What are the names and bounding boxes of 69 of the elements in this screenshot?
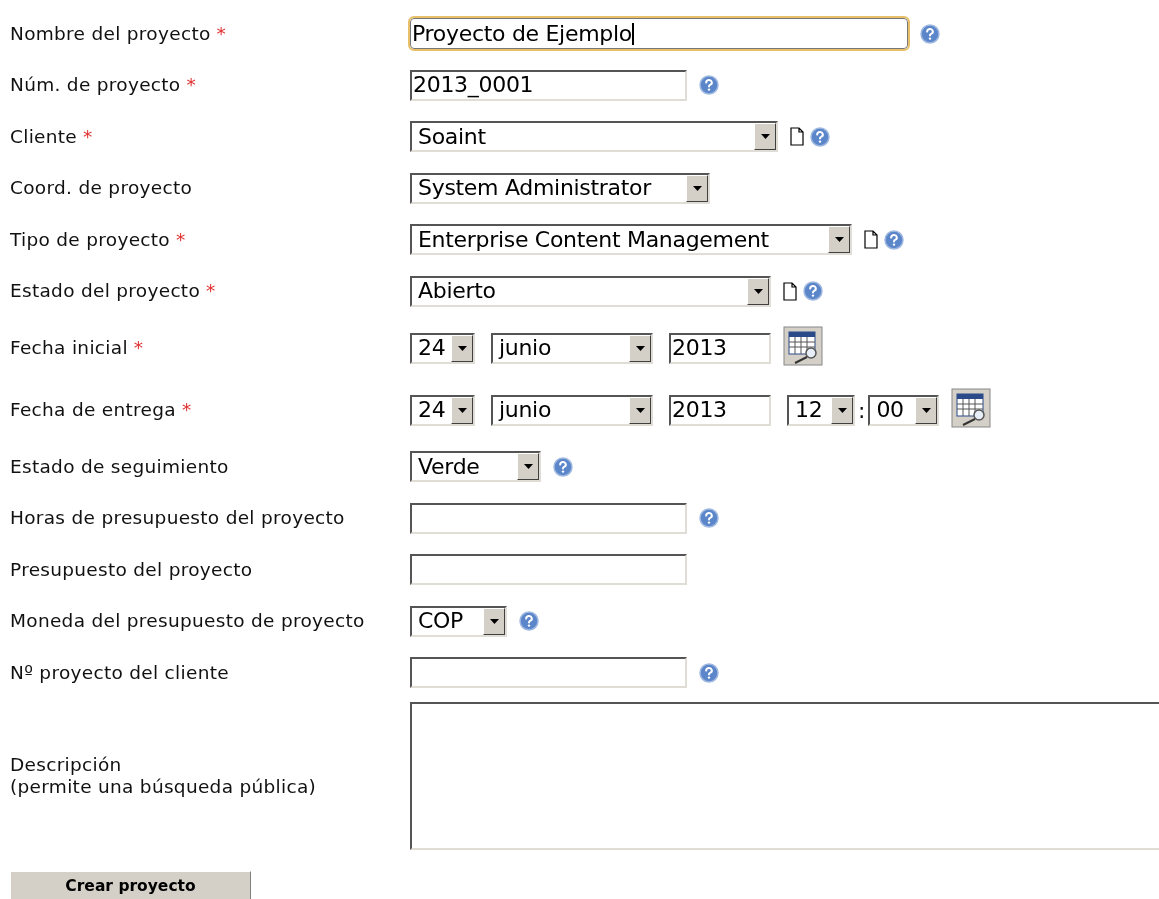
text-field[interactable]: Proyecto de Ejemplo [410, 18, 908, 50]
calendar-icon[interactable] [783, 326, 823, 366]
caret-icon [834, 237, 844, 243]
create-project-button[interactable]: Crear proyecto [10, 870, 251, 899]
dropdown[interactable]: 24 [410, 332, 475, 364]
text-field[interactable]: 2013 [669, 394, 771, 426]
required-marker: * [186, 73, 197, 98]
dropdown[interactable]: junio [491, 332, 653, 364]
field-label: Estado de seguimiento [10, 455, 229, 478]
field-label: Descripción (permite una búsqueda pública) [10, 753, 317, 798]
time-separator: : [858, 396, 866, 425]
required-marker: * [181, 398, 192, 423]
text-field[interactable] [410, 502, 687, 534]
text-field[interactable] [410, 657, 687, 689]
help-icon[interactable] [519, 611, 539, 632]
dropdown[interactable]: 12 [787, 394, 855, 426]
field-label: Fecha de entrega [10, 399, 176, 421]
field-label: Estado del proyecto [10, 280, 201, 303]
field-label: Presupuesto del proyecto [10, 558, 253, 581]
text-field[interactable]: 2013 [669, 332, 771, 364]
caret-icon [457, 345, 467, 351]
caret-icon [760, 134, 770, 140]
dropdown[interactable]: 24 [410, 394, 475, 426]
field-label: Nº proyecto del cliente [10, 661, 229, 684]
field-label: Coord. de proyecto [10, 177, 193, 200]
description-field[interactable] [410, 701, 1159, 850]
caret-icon [635, 345, 645, 351]
document-icon[interactable] [790, 127, 804, 147]
document-icon[interactable] [783, 281, 797, 301]
calendar-icon[interactable] [951, 388, 992, 428]
dropdown[interactable]: Enterprise Content Management [410, 224, 852, 256]
caret-icon [753, 288, 763, 294]
help-icon[interactable] [553, 456, 573, 477]
document-icon[interactable] [864, 230, 878, 250]
required-marker: * [206, 279, 216, 304]
field-label: Fecha inicial [10, 337, 128, 359]
dropdown[interactable]: COP [410, 605, 507, 637]
text-field[interactable] [410, 554, 687, 586]
field-label: Cliente [10, 125, 78, 148]
help-icon[interactable] [810, 126, 830, 147]
help-icon[interactable] [884, 229, 904, 250]
field-label: Núm. de proyecto [10, 74, 181, 97]
help-icon[interactable] [699, 662, 719, 683]
required-marker: * [83, 124, 93, 149]
caret-icon [489, 618, 499, 624]
help-icon[interactable] [699, 75, 719, 96]
required-marker: * [175, 227, 186, 252]
help-icon[interactable] [803, 281, 823, 302]
field-label: Moneda del presupuesto de proyecto [10, 610, 365, 633]
dropdown[interactable]: Verde [410, 451, 541, 483]
dropdown[interactable]: Abierto [410, 275, 771, 307]
dropdown[interactable]: 00 [868, 394, 940, 426]
required-marker: * [216, 21, 227, 46]
caret-icon [837, 407, 847, 413]
dropdown[interactable]: junio [491, 394, 653, 426]
help-icon[interactable] [920, 23, 940, 44]
required-marker: * [133, 336, 144, 361]
caret-icon [921, 407, 931, 413]
field-label: Tipo de proyecto [10, 228, 170, 251]
text-field[interactable]: 2013_0001 [410, 69, 687, 101]
field-label: Nombre del proyecto [10, 22, 211, 45]
caret-icon [635, 407, 645, 413]
dropdown[interactable]: System Administrator [410, 172, 710, 204]
caret-icon [457, 407, 467, 413]
dropdown[interactable]: Soaint [410, 121, 778, 153]
caret-icon [523, 464, 533, 470]
help-icon[interactable] [699, 508, 719, 529]
caret-icon [692, 185, 702, 191]
field-label: Horas de presupuesto del proyecto [10, 507, 345, 530]
